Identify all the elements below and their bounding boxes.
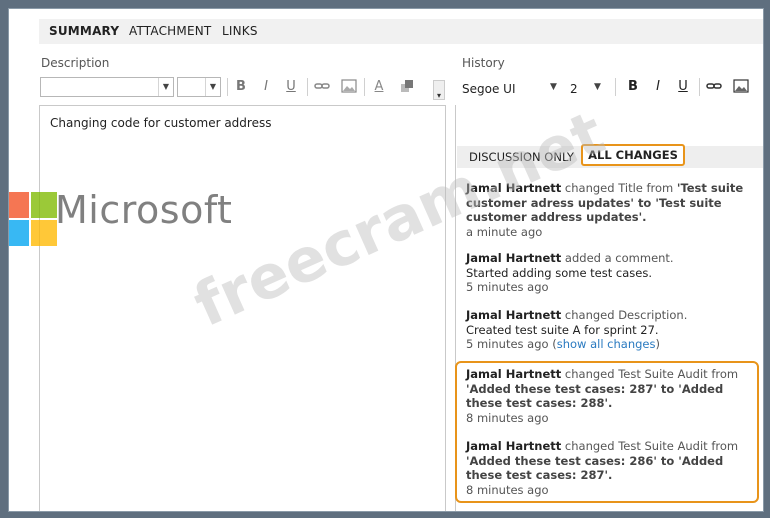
italic-icon[interactable]: I (650, 78, 666, 96)
history-entry: Jamal Hartnett added a comment. Started … (466, 251, 758, 295)
font-size-select[interactable]: ▼ (177, 77, 221, 97)
tab-bar: SUMMARY ATTACHMENT LINKS (39, 19, 763, 44)
toolbar-overflow-button[interactable]: ▾ (433, 80, 445, 100)
underline-icon[interactable]: U (283, 78, 299, 96)
toolbar-divider (227, 78, 228, 96)
entry-time: 5 minutes ago ( (466, 337, 557, 351)
description-label: Description (41, 56, 110, 70)
logo-square-blue (9, 220, 29, 246)
logo-square-red (9, 192, 29, 218)
toolbar-divider (307, 78, 308, 96)
highlight-box (455, 361, 759, 503)
entry-action: changed Title from (561, 181, 677, 195)
image-icon[interactable] (733, 78, 749, 96)
description-text: Changing code for customer address (50, 116, 272, 130)
font-color-icon[interactable]: A (371, 78, 387, 96)
chevron-down-icon[interactable]: ▼ (550, 82, 557, 92)
bold-icon[interactable]: B (233, 78, 249, 96)
entry-time: a minute ago (466, 224, 543, 239)
link-icon[interactable] (314, 78, 330, 96)
entry-detail: Started adding some test cases. (466, 265, 652, 280)
entry-action: added a comment. (561, 251, 674, 265)
entry-detail: Created test suite A for sprint 27. (466, 322, 659, 337)
history-label: History (462, 56, 505, 70)
toolbar-divider (364, 78, 365, 96)
chevron-down-icon: ▼ (158, 78, 173, 96)
highlight-icon[interactable] (399, 78, 415, 96)
bold-icon[interactable]: B (625, 78, 641, 96)
entry-author: Jamal Hartnett (466, 251, 562, 265)
work-item-form: SUMMARY ATTACHMENT LINKS Description ▼ ▼… (8, 8, 764, 512)
chevron-down-icon[interactable]: ▼ (594, 82, 601, 92)
logo-square-yellow (31, 220, 57, 246)
microsoft-wordmark: Microsoft (55, 188, 233, 232)
underline-icon[interactable]: U (675, 78, 691, 96)
history-font-select[interactable]: Segoe UI (462, 82, 515, 96)
history-entry: Jamal Hartnett changed Description. Crea… (466, 308, 758, 352)
entry-time-end: ) (655, 337, 661, 351)
link-icon[interactable] (706, 78, 722, 96)
toolbar-divider (615, 78, 616, 96)
entry-author: Jamal Hartnett (466, 308, 562, 322)
tab-summary[interactable]: SUMMARY (49, 24, 119, 38)
tab-links[interactable]: LINKS (222, 24, 258, 38)
chevron-down-icon: ▼ (205, 78, 220, 96)
entry-time: 5 minutes ago (466, 280, 549, 294)
toolbar-divider (699, 78, 700, 96)
entry-action: changed Description. (561, 308, 688, 322)
italic-icon[interactable]: I (258, 78, 274, 96)
history-size-select[interactable]: 2 (570, 82, 578, 96)
image-icon[interactable] (341, 78, 357, 96)
tab-attachment[interactable]: ATTACHMENT (129, 24, 211, 38)
font-family-select[interactable]: ▼ (40, 77, 174, 97)
show-all-changes-link[interactable]: show all changes (557, 337, 656, 351)
logo-square-green (31, 192, 57, 218)
